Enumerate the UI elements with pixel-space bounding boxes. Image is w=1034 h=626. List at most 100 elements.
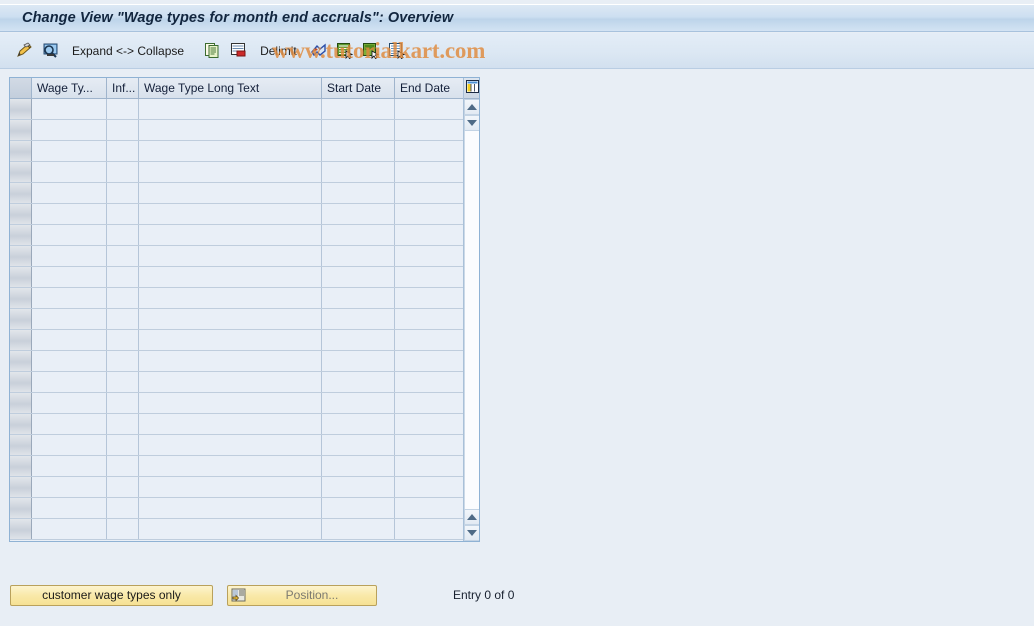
table-cell[interactable] xyxy=(395,414,465,434)
table-cell[interactable] xyxy=(32,456,107,476)
table-row[interactable] xyxy=(10,330,465,351)
row-select-cell[interactable] xyxy=(10,99,32,119)
table-cell[interactable] xyxy=(139,141,322,161)
table-cell[interactable] xyxy=(139,99,322,119)
row-select-cell[interactable] xyxy=(10,477,32,497)
table-row[interactable] xyxy=(10,351,465,372)
table-row[interactable] xyxy=(10,456,465,477)
table-row[interactable] xyxy=(10,99,465,120)
table-cell[interactable] xyxy=(139,456,322,476)
table-cell[interactable] xyxy=(32,204,107,224)
table-cell[interactable] xyxy=(139,435,322,455)
table-row[interactable] xyxy=(10,414,465,435)
table-cell[interactable] xyxy=(322,162,395,182)
table-cell[interactable] xyxy=(395,498,465,518)
table-cell[interactable] xyxy=(322,120,395,140)
table-cell[interactable] xyxy=(107,99,139,119)
table-cell[interactable] xyxy=(107,477,139,497)
table-cell[interactable] xyxy=(395,141,465,161)
table-cell[interactable] xyxy=(322,372,395,392)
row-select-cell[interactable] xyxy=(10,330,32,350)
row-select-cell[interactable] xyxy=(10,351,32,371)
table-cell[interactable] xyxy=(139,414,322,434)
column-header-wage-type[interactable]: Wage Ty... xyxy=(32,78,107,98)
display-details-button[interactable] xyxy=(39,39,61,63)
table-cell[interactable] xyxy=(107,498,139,518)
table-cell[interactable] xyxy=(107,141,139,161)
row-select-cell[interactable] xyxy=(10,204,32,224)
table-cell[interactable] xyxy=(139,498,322,518)
table-cell[interactable] xyxy=(322,351,395,371)
table-vertical-scrollbar[interactable] xyxy=(463,78,479,541)
table-cell[interactable] xyxy=(395,372,465,392)
row-select-cell[interactable] xyxy=(10,456,32,476)
row-select-cell[interactable] xyxy=(10,141,32,161)
table-cell[interactable] xyxy=(395,225,465,245)
table-cell[interactable] xyxy=(322,141,395,161)
table-cell[interactable] xyxy=(32,477,107,497)
table-row[interactable] xyxy=(10,477,465,498)
table-cell[interactable] xyxy=(139,288,322,308)
position-button[interactable]: Position... xyxy=(227,584,377,606)
table-row[interactable] xyxy=(10,141,465,162)
table-row[interactable] xyxy=(10,435,465,456)
table-cell[interactable] xyxy=(395,330,465,350)
table-cell[interactable] xyxy=(32,372,107,392)
table-cell[interactable] xyxy=(322,183,395,203)
table-cell[interactable] xyxy=(139,162,322,182)
scroll-down-button-top[interactable] xyxy=(464,115,479,131)
table-cell[interactable] xyxy=(139,309,322,329)
table-cell[interactable] xyxy=(139,330,322,350)
table-cell[interactable] xyxy=(107,372,139,392)
table-cell[interactable] xyxy=(32,99,107,119)
table-cell[interactable] xyxy=(107,393,139,413)
table-cell[interactable] xyxy=(322,477,395,497)
select-all-button[interactable] xyxy=(334,39,356,63)
table-cell[interactable] xyxy=(32,309,107,329)
table-cell[interactable] xyxy=(107,414,139,434)
copy-as-button[interactable] xyxy=(201,39,223,63)
row-select-cell[interactable] xyxy=(10,372,32,392)
scroll-up-button-top[interactable] xyxy=(464,99,479,115)
table-cell[interactable] xyxy=(107,204,139,224)
table-cell[interactable] xyxy=(32,330,107,350)
table-cell[interactable] xyxy=(322,330,395,350)
table-cell[interactable] xyxy=(322,435,395,455)
table-cell[interactable] xyxy=(395,309,465,329)
scroll-up-button-bottom[interactable] xyxy=(464,509,479,525)
table-cell[interactable] xyxy=(139,246,322,266)
table-cell[interactable] xyxy=(395,393,465,413)
table-cell[interactable] xyxy=(32,351,107,371)
table-cell[interactable] xyxy=(395,351,465,371)
table-row[interactable] xyxy=(10,225,465,246)
table-cell[interactable] xyxy=(395,456,465,476)
table-cell[interactable] xyxy=(322,519,395,539)
table-cell[interactable] xyxy=(32,519,107,539)
table-cell[interactable] xyxy=(322,309,395,329)
table-cell[interactable] xyxy=(139,225,322,245)
table-cell[interactable] xyxy=(32,414,107,434)
table-cell[interactable] xyxy=(395,477,465,497)
table-cell[interactable] xyxy=(395,246,465,266)
table-cell[interactable] xyxy=(139,120,322,140)
row-select-cell[interactable] xyxy=(10,288,32,308)
table-cell[interactable] xyxy=(107,162,139,182)
row-select-cell[interactable] xyxy=(10,414,32,434)
table-cell[interactable] xyxy=(107,435,139,455)
table-cell[interactable] xyxy=(395,288,465,308)
table-cell[interactable] xyxy=(32,246,107,266)
delimit-button[interactable]: Delimit xyxy=(253,39,304,63)
table-cell[interactable] xyxy=(32,162,107,182)
table-cell[interactable] xyxy=(32,498,107,518)
table-row[interactable] xyxy=(10,372,465,393)
display-change-button[interactable] xyxy=(13,39,35,63)
expand-collapse-button[interactable]: Expand <-> Collapse xyxy=(65,39,191,63)
table-cell[interactable] xyxy=(322,204,395,224)
table-row[interactable] xyxy=(10,267,465,288)
table-cell[interactable] xyxy=(139,183,322,203)
table-cell[interactable] xyxy=(32,141,107,161)
table-cell[interactable] xyxy=(395,99,465,119)
table-cell[interactable] xyxy=(107,183,139,203)
table-cell[interactable] xyxy=(322,393,395,413)
column-header-infotype[interactable]: Inf... xyxy=(107,78,139,98)
